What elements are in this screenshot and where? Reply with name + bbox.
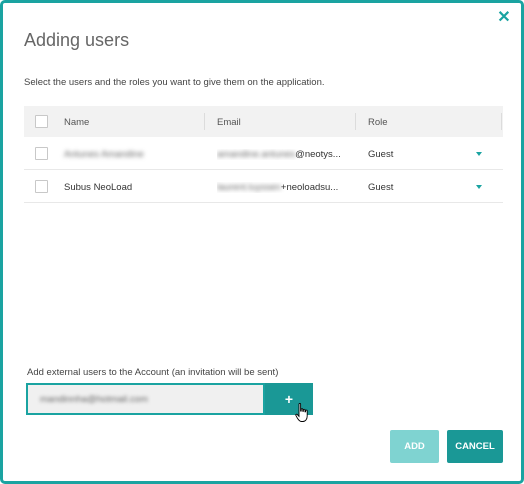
column-divider — [355, 113, 356, 130]
user-name: Subus NeoLoad — [64, 182, 133, 193]
column-divider — [501, 113, 502, 130]
column-header-name: Name — [64, 117, 90, 128]
users-table: Name Email Role Antunes Amandine amandin… — [24, 106, 503, 203]
select-all-checkbox[interactable] — [35, 115, 48, 128]
add-button[interactable]: ADD — [390, 430, 439, 463]
external-users-label: Add external users to the Account (an in… — [27, 367, 279, 378]
table-header: Name Email Role — [24, 106, 503, 137]
column-divider — [204, 113, 205, 130]
user-name: Antunes Amandine — [64, 149, 144, 160]
cancel-button[interactable]: CANCEL — [447, 430, 503, 463]
user-email: amandine.antunes@neotys... — [217, 149, 352, 160]
email-domain: @neotys... — [295, 149, 341, 160]
role-select[interactable]: Guest — [368, 149, 458, 160]
chevron-down-icon[interactable] — [476, 152, 482, 156]
hand-pointer-icon — [295, 403, 308, 422]
external-email-input[interactable] — [26, 383, 265, 415]
email-domain: +neoloadsu... — [280, 182, 339, 193]
row-checkbox[interactable] — [35, 147, 48, 160]
email-local-part: amandine.antunes — [217, 149, 296, 160]
row-checkbox[interactable] — [35, 180, 48, 193]
chevron-down-icon[interactable] — [476, 185, 482, 189]
column-header-email: Email — [217, 117, 241, 128]
email-local-part: laurent.luyssen — [217, 182, 281, 193]
dialog-title: Adding users — [24, 30, 130, 50]
role-select[interactable]: Guest — [368, 182, 458, 193]
adding-users-dialog: ✕ Adding users Select the users and the … — [0, 0, 524, 484]
user-email: laurent.luyssen+neoloadsu... — [217, 182, 352, 193]
table-row: Subus NeoLoad laurent.luyssen+neoloadsu.… — [24, 170, 503, 203]
column-header-role: Role — [368, 117, 388, 128]
table-row: Antunes Amandine amandine.antunes@neotys… — [24, 137, 503, 170]
dialog-subtitle: Select the users and the roles you want … — [24, 77, 325, 88]
close-icon[interactable]: ✕ — [497, 10, 511, 26]
